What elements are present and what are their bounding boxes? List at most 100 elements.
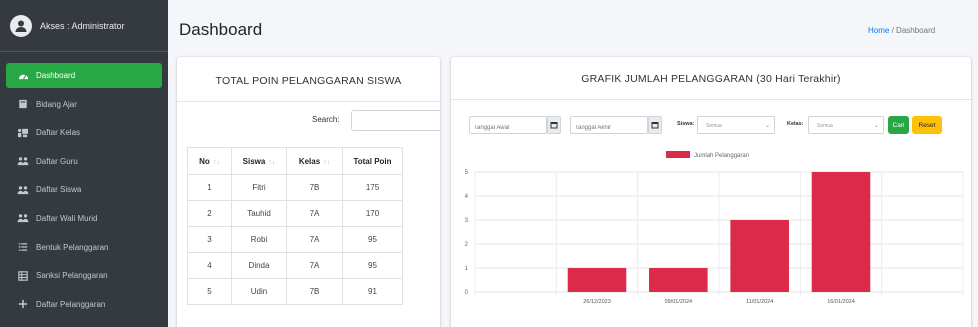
cell-siswa: Tauhid — [231, 200, 287, 227]
search-label: Search: — [312, 115, 340, 124]
y-tick-label: 5 — [465, 170, 469, 176]
tanggal-awal-input[interactable] — [469, 116, 547, 134]
plus-icon — [16, 298, 30, 310]
chevron-down-icon: ⌄ — [764, 123, 770, 129]
table-row: 3 Robi 7A 95 — [187, 226, 403, 253]
cell-total-poin: 95 — [342, 226, 403, 253]
y-tick-label: 2 — [465, 242, 469, 248]
sidebar-item-label: Bentuk Pelanggaran — [36, 242, 109, 252]
y-tick-label: 1 — [465, 266, 469, 272]
pelanggaran-bar-chart: Jumlah Pelanggaran 0 1 2 3 4 5 26/12/2023 09/01… — [465, 151, 964, 305]
chart-bar[interactable] — [649, 268, 708, 292]
x-tick-label: 16/01/2024 — [827, 299, 855, 305]
classroom-icon — [16, 127, 30, 139]
cell-total-poin: 91 — [342, 278, 403, 305]
sort-asc-icon: ↑↓ — [212, 158, 220, 166]
sidebar-item-sanksi-pelanggaran[interactable]: Sanksi Pelanggaran — [6, 263, 162, 288]
total-poin-table: No ↑↓ Siswa ↑↓ Kelas ↑↓ Total Poin 1 Fitri … — [187, 147, 403, 305]
tanggal-akhir-input[interactable] — [570, 116, 648, 134]
user-access-label: Akses : Administrator — [40, 20, 125, 31]
kelas-select-value: Semua — [817, 123, 833, 129]
calendar-icon[interactable] — [648, 116, 662, 134]
page-title: Dashboard — [179, 20, 263, 39]
dashboard-icon — [16, 70, 30, 82]
table-row: 2 Tauhid 7A 170 — [187, 200, 403, 227]
cell-kelas: 7A — [286, 226, 343, 253]
sidebar-item-daftar-kelas[interactable]: Daftar Kelas — [6, 120, 162, 145]
cell-no: 4 — [187, 252, 232, 279]
sidebar-item-daftar-pelanggaran[interactable]: Daftar Pelanggaran — [6, 292, 162, 317]
kelas-select[interactable]: Semua ⌄ — [808, 116, 884, 134]
cell-total-poin: 170 — [342, 200, 403, 227]
sidebar: Akses : Administrator Dashboard Bidang A… — [0, 0, 168, 327]
book-icon — [16, 98, 30, 110]
sidebar-item-label: Daftar Pelanggaran — [36, 299, 106, 309]
breadcrumb: Home / Dashboard — [868, 26, 935, 35]
chart-bar[interactable] — [730, 220, 789, 292]
card-divider — [177, 101, 440, 102]
column-header-total-poin[interactable]: Total Poin — [342, 147, 403, 175]
sidebar-item-label: Daftar Wali Murid — [36, 213, 98, 223]
sidebar-item-label: Daftar Kelas — [36, 128, 81, 138]
chevron-down-icon: ⌄ — [873, 123, 879, 129]
calendar-icon[interactable] — [547, 116, 561, 134]
users-icon — [16, 212, 30, 224]
users-icon — [16, 155, 30, 167]
table-search: Search: — [177, 110, 440, 132]
sidebar-item-daftar-siswa[interactable]: Daftar Siswa — [6, 177, 162, 202]
chart-bar[interactable] — [811, 172, 871, 292]
cell-no: 5 — [187, 278, 232, 305]
cell-kelas: 7A — [286, 200, 343, 227]
reset-button[interactable]: Reset — [912, 116, 942, 134]
sidebar-item-label: Daftar Siswa — [36, 185, 82, 195]
sidebar-nav: Dashboard Bidang Ajar Daftar Kelas Dafta… — [0, 52, 168, 317]
card-divider — [451, 99, 971, 100]
sidebar-item-bidang-ajar[interactable]: Bidang Ajar — [6, 92, 162, 117]
cell-no: 1 — [187, 174, 232, 201]
legend-swatch — [666, 151, 690, 158]
cell-kelas: 7B — [286, 278, 343, 305]
breadcrumb-home-link[interactable]: Home — [868, 26, 889, 35]
table-row: 1 Fitri 7B 175 — [187, 174, 403, 201]
grafik-pelanggaran-card: GRAFIK JUMLAH PELANGGARAN (30 Hari Terak… — [451, 57, 971, 327]
cell-total-poin: 95 — [342, 252, 403, 279]
cari-button[interactable]: Cari — [888, 116, 909, 134]
table-header-row: No ↑↓ Siswa ↑↓ Kelas ↑↓ Total Poin — [187, 147, 403, 175]
siswa-select[interactable]: Semua ⌄ — [697, 116, 775, 134]
sidebar-item-daftar-guru[interactable]: Daftar Guru — [6, 149, 162, 174]
sidebar-item-daftar-wali-murid[interactable]: Daftar Wali Murid — [6, 206, 162, 231]
cell-siswa: Udin — [231, 278, 287, 305]
column-header-no[interactable]: No ↑↓ — [187, 147, 232, 175]
y-tick-label: 0 — [465, 290, 469, 296]
sidebar-item-bentuk-pelanggaran[interactable]: Bentuk Pelanggaran — [6, 235, 162, 260]
users-icon — [16, 184, 30, 196]
sidebar-item-dashboard[interactable]: Dashboard — [6, 63, 162, 88]
table-row: 4 Dinda 7A 95 — [187, 252, 403, 279]
cell-no: 3 — [187, 226, 232, 253]
cell-siswa: Fitri — [231, 174, 287, 201]
cell-kelas: 7B — [286, 174, 343, 201]
table-icon — [16, 270, 30, 282]
user-panel: Akses : Administrator — [0, 0, 168, 52]
kelas-filter-label: Kelas: — [787, 121, 804, 127]
legend-label: Jumlah Pelanggaran — [694, 153, 749, 159]
breadcrumb-current: Dashboard — [896, 26, 936, 35]
total-poin-card: TOTAL POIN PELANGGARAN SISWA Search: No ↑… — [177, 57, 440, 327]
siswa-filter-label: Siswa: — [677, 121, 695, 127]
cell-siswa: Dinda — [231, 252, 287, 279]
column-header-kelas[interactable]: Kelas ↑↓ — [286, 147, 343, 175]
column-header-siswa[interactable]: Siswa ↑↓ — [231, 147, 287, 175]
x-tick-label: 26/12/2023 — [583, 299, 611, 305]
grafik-card-title: GRAFIK JUMLAH PELANGGARAN (30 Hari Terak… — [581, 73, 841, 85]
sidebar-item-label: Bidang Ajar — [36, 99, 77, 109]
cell-kelas: 7A — [286, 252, 343, 279]
chart-bar[interactable] — [567, 268, 627, 292]
cell-total-poin: 175 — [342, 174, 403, 201]
y-tick-label: 3 — [465, 218, 469, 224]
user-avatar-icon — [10, 14, 32, 37]
cell-no: 2 — [187, 200, 232, 227]
cell-siswa: Robi — [231, 226, 287, 253]
sort-icon: ↑↓ — [268, 158, 276, 166]
sidebar-item-label: Sanksi Pelanggaran — [36, 271, 108, 281]
search-input[interactable] — [351, 110, 440, 131]
